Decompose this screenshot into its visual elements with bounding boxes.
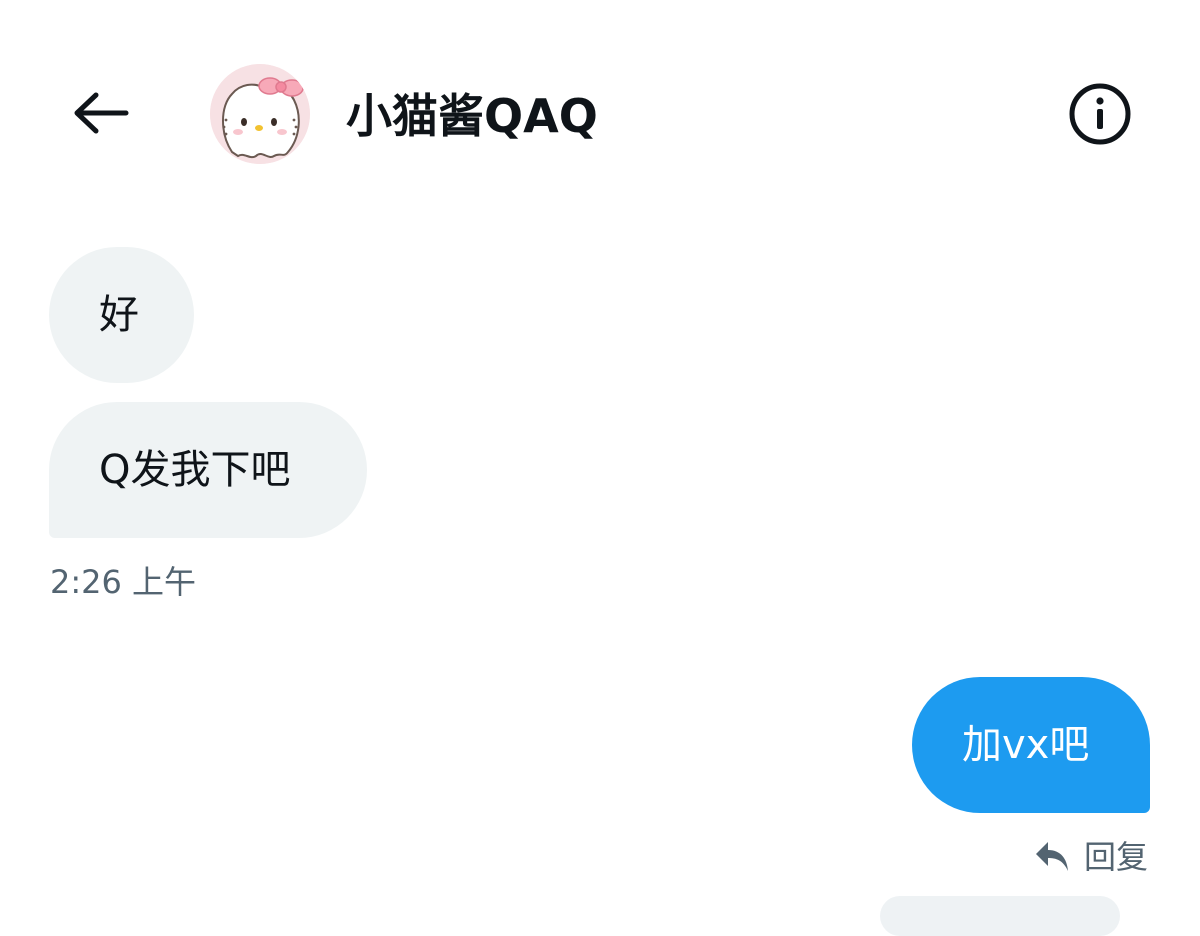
reply-button[interactable]: 回复 — [1032, 834, 1148, 880]
reply-label: 回复 — [1084, 838, 1149, 876]
hello-kitty-avatar — [210, 64, 310, 164]
reply-arrow-icon — [1032, 837, 1072, 877]
contact-name[interactable]: 小猫酱QAQ — [346, 86, 598, 146]
incoming-message-bubble[interactable]: Q发我下吧 — [49, 402, 367, 538]
back-button[interactable] — [60, 78, 140, 148]
info-button[interactable] — [1066, 80, 1134, 148]
message-timestamp: 2:26 上午 — [50, 563, 197, 601]
incoming-message-bubble[interactable]: 好 — [49, 247, 194, 383]
info-circle-icon — [1069, 83, 1131, 145]
outgoing-message-bubble[interactable]: 加vx吧 — [912, 677, 1150, 813]
avatar[interactable] — [210, 64, 310, 164]
arrow-left-icon — [74, 92, 129, 134]
partial-message-bubble — [880, 896, 1120, 936]
conversation-header: 小猫酱QAQ — [0, 0, 1200, 200]
